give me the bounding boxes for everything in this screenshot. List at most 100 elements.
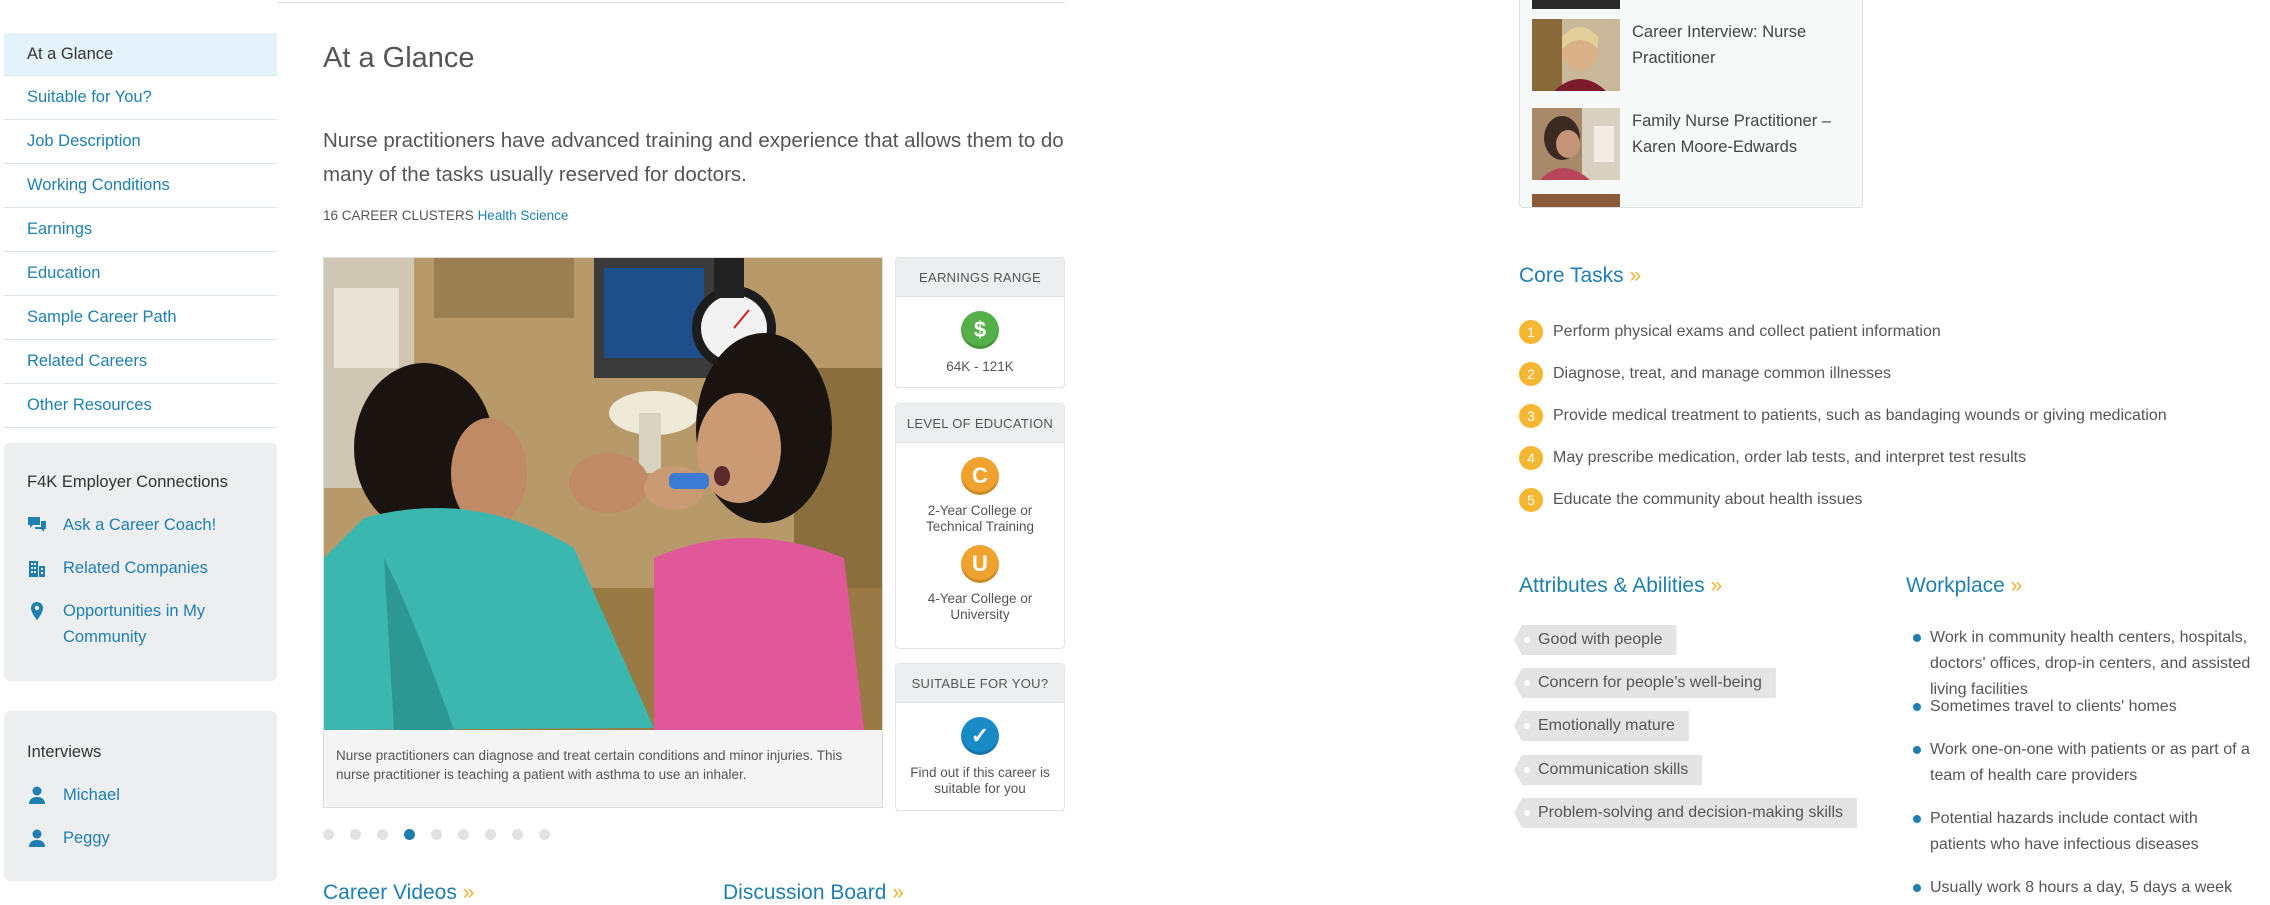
sidebar-item-education[interactable]: Education — [4, 252, 277, 296]
career-videos-label: Career Videos — [323, 881, 457, 904]
raquo-icon: » — [2010, 574, 2023, 597]
interview-michael-link[interactable]: Michael — [27, 782, 277, 808]
education-level-4yr: 4-Year College or University — [927, 591, 1033, 622]
video-thumbnail[interactable] — [1532, 108, 1620, 180]
building-icon — [29, 561, 45, 577]
sidebar-item-related-careers[interactable]: Related Careers — [4, 340, 277, 384]
core-tasks-link[interactable]: Core Tasks » — [1519, 264, 1641, 288]
task-text: Diagnose, treat, and manage common illne… — [1553, 365, 1891, 382]
sidebar-item-label: Working Conditions — [27, 176, 170, 194]
workplace-item: Work in community health centers, hospit… — [1913, 625, 2253, 703]
health-science-link[interactable]: Health Science — [478, 208, 569, 223]
workplace-link[interactable]: Workplace » — [1906, 574, 2022, 598]
core-task-item: 2 Diagnose, treat, and manage common illn… — [1519, 362, 1891, 386]
employer-connections-panel: F4K Employer Connections Ask a Career Co… — [4, 443, 277, 681]
suitable-for-you-card[interactable]: SUITABLE FOR YOU? ✓ Find out if this car… — [895, 663, 1065, 811]
interview-peggy-link[interactable]: Peggy — [27, 825, 277, 851]
carousel-dot[interactable] — [539, 829, 550, 840]
suitable-for-you-text: Find out if this career is suitable for … — [910, 765, 1050, 796]
raquo-icon: » — [892, 881, 904, 904]
carousel-dot[interactable] — [512, 829, 523, 840]
bullet-icon — [1913, 703, 1921, 711]
person-icon — [29, 786, 45, 804]
carousel-dot[interactable] — [377, 829, 388, 840]
sidebar-item-label: Related Careers — [27, 352, 148, 370]
sidebar-item-label: Job Description — [27, 132, 141, 150]
university-icon: U — [961, 545, 999, 583]
career-videos-link[interactable]: Career Videos » — [323, 881, 474, 905]
discussion-board-link[interactable]: Discussion Board » — [723, 881, 904, 905]
video-list: Career Interview: Nurse Practitioner Fam… — [1519, 0, 1863, 208]
attributes-abilities-title: Attributes & Abilities — [1519, 574, 1705, 597]
attribute-tag: Communication skills — [1514, 755, 1703, 785]
core-task-item: 5 Educate the community about health issu… — [1519, 488, 1863, 512]
person-icon — [29, 829, 45, 847]
map-pin-icon — [31, 602, 43, 620]
carousel-dot[interactable] — [431, 829, 442, 840]
workplace-item: Sometimes travel to clients' homes — [1913, 694, 2253, 720]
carousel-dot[interactable] — [323, 829, 334, 840]
checkmark-badge-text: ✓ — [970, 723, 990, 748]
sidebar-item-at-a-glance[interactable]: At a Glance — [4, 33, 277, 76]
workplace-text: Work in community health centers, hospit… — [1930, 629, 2251, 698]
sidebar-item-working-conditions[interactable]: Working Conditions — [4, 164, 277, 208]
workplace-item: Potential hazards include contact with p… — [1913, 806, 2253, 858]
page-title: At a Glance — [323, 42, 475, 74]
core-tasks-title: Core Tasks — [1519, 264, 1624, 287]
divider — [277, 2, 1065, 3]
task-number: 1 — [1519, 320, 1543, 344]
carousel-dot[interactable] — [458, 829, 469, 840]
video-item[interactable]: Career Interview: Nurse Practitioner — [1532, 19, 1862, 91]
opportunities-community-link[interactable]: Opportunities in My Community — [27, 598, 277, 650]
attribute-tag: Good with people — [1514, 625, 1677, 655]
intro-text: Nurse practitioners have advanced traini… — [323, 129, 1064, 186]
sidebar-item-label: Sample Career Path — [27, 308, 177, 326]
dollar-icon: $ — [961, 311, 999, 349]
video-title[interactable]: Career Interview: Nurse Practitioner — [1632, 19, 1862, 91]
video-thumbnail[interactable] — [1532, 19, 1620, 91]
video-item[interactable]: Family Nurse Practitioner – Karen Moore-… — [1532, 108, 1862, 180]
attributes-abilities-link[interactable]: Attributes & Abilities » — [1519, 574, 1722, 598]
attribute-tag: Problem-solving and decision-making skil… — [1514, 798, 1858, 828]
sidebar-item-label: At a Glance — [27, 44, 114, 63]
sidebar-item-earnings[interactable]: Earnings — [4, 208, 277, 252]
carousel-dot[interactable] — [350, 829, 361, 840]
ask-career-coach-label: Ask a Career Coach! — [63, 516, 217, 534]
bullet-icon — [1913, 746, 1921, 754]
video-thumbnail[interactable] — [1532, 0, 1620, 9]
photo-caption: Nurse practitioners can diagnose and tre… — [336, 748, 843, 782]
raquo-icon: » — [462, 881, 475, 904]
task-text: May prescribe medication, order lab test… — [1553, 449, 2027, 466]
related-companies-link[interactable]: Related Companies — [27, 555, 277, 581]
ask-career-coach-link[interactable]: Ask a Career Coach! — [27, 512, 277, 538]
checkmark-icon: ✓ — [961, 717, 999, 755]
sidebar-nav: At a Glance Suitable for You? Job Descri… — [4, 33, 277, 428]
interview-peggy-label: Peggy — [63, 829, 110, 847]
earnings-range-heading: EARNINGS RANGE — [896, 258, 1064, 297]
opportunities-community-label: Opportunities in My Community — [63, 602, 206, 646]
sidebar-item-sample-career-path[interactable]: Sample Career Path — [4, 296, 277, 340]
sidebar-item-other-resources[interactable]: Other Resources — [4, 384, 277, 428]
task-text: Perform physical exams and collect patie… — [1553, 323, 1941, 340]
video-title[interactable]: Family Nurse Practitioner – Karen Moore-… — [1632, 108, 1862, 180]
career-clusters: 16 CAREER CLUSTERS Health Science — [323, 208, 568, 223]
college-badge-text: C — [972, 463, 988, 488]
carousel-dot[interactable] — [485, 829, 496, 840]
interview-michael-label: Michael — [63, 786, 120, 804]
chat-icon — [28, 517, 46, 532]
education-level-card[interactable]: LEVEL OF EDUCATION C 2-Year College or T… — [895, 403, 1065, 649]
sidebar-item-label: Earnings — [27, 220, 93, 238]
workplace-text: Usually work 8 hours a day, 5 days a wee… — [1930, 879, 2233, 896]
attribute-tag: Emotionally mature — [1514, 711, 1689, 741]
workplace-text: Work one-on-one with patients or as part… — [1930, 741, 2250, 784]
sidebar-item-job-description[interactable]: Job Description — [4, 120, 277, 164]
video-thumbnail[interactable] — [1532, 194, 1620, 207]
task-text: Provide medical treatment to patients, s… — [1553, 407, 2167, 424]
sidebar-item-suitable[interactable]: Suitable for You? — [4, 76, 277, 120]
earnings-range-card[interactable]: EARNINGS RANGE $ 64K - 121K — [895, 257, 1065, 388]
workplace-text: Potential hazards include contact with p… — [1930, 810, 2199, 853]
carousel-dot[interactable] — [404, 829, 415, 840]
career-clusters-label: 16 CAREER CLUSTERS — [323, 208, 474, 223]
sidebar-item-label: Suitable for You? — [27, 88, 152, 106]
core-task-item: 4 May prescribe medication, order lab tes… — [1519, 446, 2026, 470]
